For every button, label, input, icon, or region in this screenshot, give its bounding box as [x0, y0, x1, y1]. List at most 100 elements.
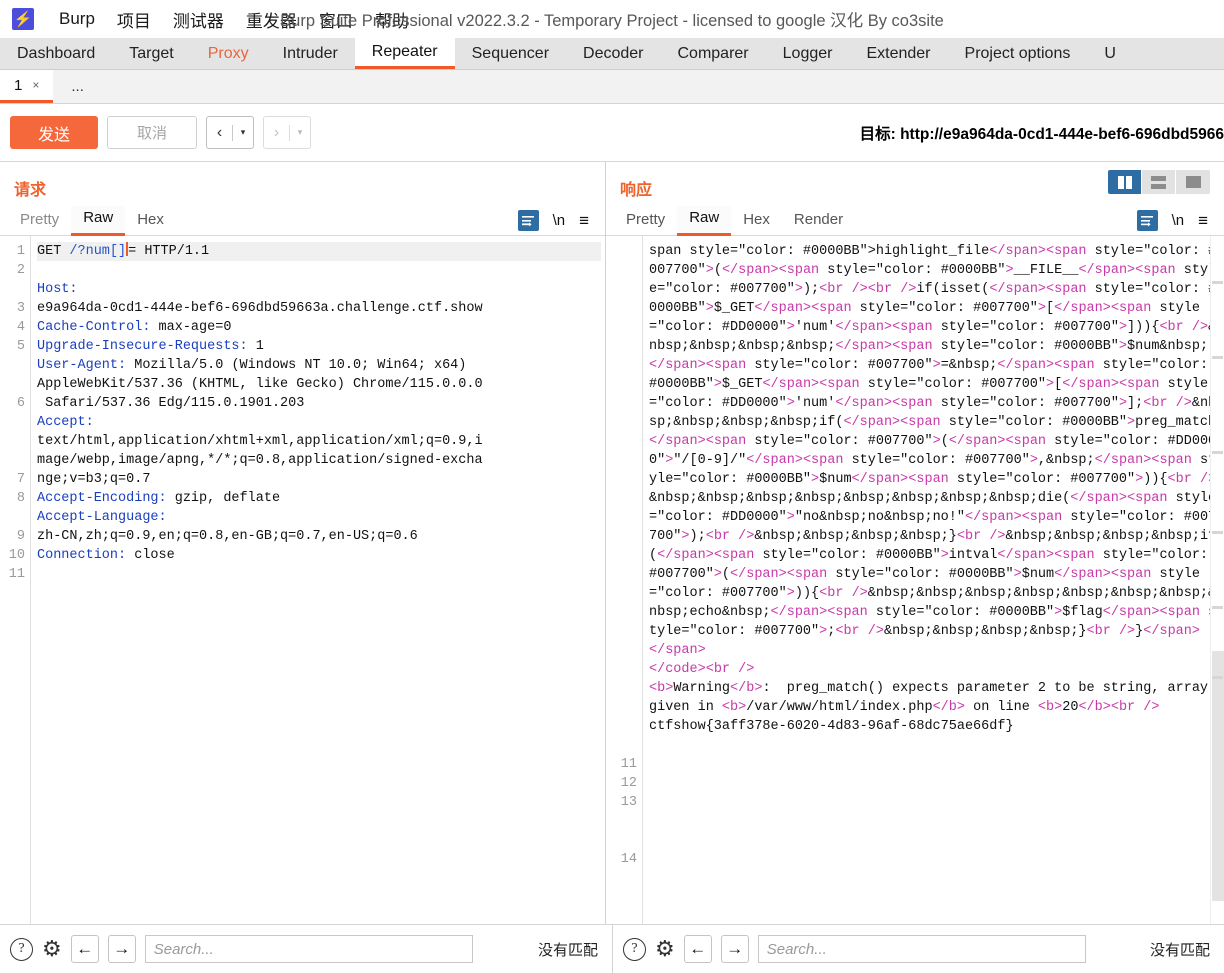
- forward-button-group[interactable]: › ▾: [263, 116, 311, 149]
- header-value: AppleWebKit/537.36 (KHTML, like Gecko) C…: [37, 377, 483, 392]
- header-name: Accept:: [37, 415, 94, 430]
- layout-toggle-group: [1108, 170, 1210, 194]
- request-editor[interactable]: 12345 6 7 8 9 10 11 GET /?num[] = HTTP/1.1 Ho…: [0, 236, 605, 924]
- tab-target[interactable]: Target: [112, 38, 190, 69]
- tab-proxy[interactable]: Proxy: [191, 38, 266, 69]
- request-path: /?num[]: [69, 244, 127, 259]
- request-method: GET: [37, 244, 70, 259]
- wrap-lines-icon[interactable]: [1136, 210, 1158, 231]
- menu-bar: ⚡ Burp 项目 测试器 重发器 窗口 帮助 Burp Suite Profe…: [0, 0, 1224, 38]
- tab-comparer[interactable]: Comparer: [661, 38, 766, 69]
- header-value: max-age=0: [150, 320, 232, 335]
- request-status-bar: ? ⚙ ← → 没有匹配: [0, 925, 612, 973]
- help-icon[interactable]: ?: [10, 937, 33, 961]
- request-tab-hex[interactable]: Hex: [125, 206, 176, 236]
- header-value: nge;v=b3;q=0.7: [37, 472, 151, 487]
- menu-item-burp[interactable]: Burp: [48, 7, 106, 31]
- chevron-right-icon[interactable]: ›: [264, 124, 289, 142]
- header-value: mage/webp,image/apng,*/*;q=0.8,applicati…: [37, 453, 483, 468]
- menu-icon[interactable]: ≡: [1198, 211, 1208, 231]
- request-pane: 请求 Pretty Raw Hex \n ≡ 1 2 3 4 5 6 7 8 9…: [0, 162, 605, 924]
- header-value: 1: [247, 339, 264, 354]
- header-name: Upgrade-Insecure-Requests:: [37, 339, 248, 354]
- status-bars: ? ⚙ ← → 没有匹配 ? ⚙ ← → 没有匹配: [0, 924, 1224, 973]
- repeater-tab-add[interactable]: ...: [53, 70, 102, 103]
- response-head-icons: \n ≡: [1136, 210, 1224, 231]
- search-prev-button[interactable]: ←: [70, 935, 99, 963]
- tab-extender[interactable]: Extender: [849, 38, 947, 69]
- request-body[interactable]: GET /?num[] = HTTP/1.1 Host: e9a964da-0cd…: [30, 236, 605, 924]
- header-name: Accept-Encoding:: [37, 491, 167, 506]
- layout-side-by-side-button[interactable]: [1108, 170, 1142, 194]
- tab-repeater[interactable]: Repeater: [354, 38, 455, 69]
- request-http-version: = HTTP/1.1: [128, 244, 210, 259]
- search-prev-button[interactable]: ←: [683, 935, 712, 963]
- header-name: Accept-Language:: [37, 510, 167, 525]
- menu-item-repeater[interactable]: 重发器: [235, 5, 308, 34]
- menu-item-project[interactable]: 项目: [106, 5, 162, 34]
- request-tab-pretty[interactable]: Pretty: [8, 206, 71, 236]
- back-button-group[interactable]: ‹ ▾: [206, 116, 254, 149]
- tab-logger[interactable]: Logger: [766, 38, 850, 69]
- header-value: e9a964da-0cd1-444e-bef6-696dbd59663a.cha…: [37, 301, 483, 316]
- response-tab-hex[interactable]: Hex: [731, 206, 782, 236]
- header-name: Cache-Control:: [37, 320, 151, 335]
- response-view-tabs: Pretty Raw Hex Render \n ≡: [606, 205, 1224, 236]
- gear-icon[interactable]: ⚙: [655, 938, 675, 960]
- search-next-button[interactable]: →: [720, 935, 749, 963]
- match-count-label: 没有匹配: [537, 941, 598, 959]
- menu-item-window[interactable]: 窗口: [308, 5, 364, 34]
- search-input[interactable]: [757, 935, 1086, 963]
- tab-decoder[interactable]: Decoder: [566, 38, 660, 69]
- response-pane: 响应 Pretty Raw Hex Render \n ≡ 11 12 13 1…: [605, 162, 1224, 924]
- menu-icon[interactable]: ≡: [579, 211, 589, 231]
- rows-icon: [1151, 175, 1166, 189]
- search-input[interactable]: [144, 935, 473, 963]
- burp-logo-icon: ⚡: [12, 8, 34, 30]
- repeater-toolbar: 发送 取消 ‹ ▾ › ▾ 目标: http://e9a964da-0cd1-4…: [0, 104, 1224, 162]
- response-tab-raw[interactable]: Raw: [677, 205, 732, 236]
- header-value: close: [126, 548, 175, 563]
- tab-project-options[interactable]: Project options: [948, 38, 1088, 69]
- square-icon: [1185, 176, 1201, 188]
- header-value: zh-CN,zh;q=0.9,en;q=0.8,en-GB;q=0.7,en-U…: [37, 529, 418, 544]
- request-head-icons: \n ≡: [517, 210, 605, 231]
- send-button[interactable]: 发送: [10, 116, 98, 149]
- menu-item-help[interactable]: 帮助: [364, 5, 420, 34]
- request-title: 请求: [14, 182, 47, 199]
- help-icon[interactable]: ?: [623, 937, 646, 961]
- repeater-tab-1[interactable]: 1 ×: [0, 70, 54, 103]
- response-tab-render[interactable]: Render: [782, 206, 855, 236]
- response-tab-pretty[interactable]: Pretty: [614, 206, 677, 236]
- request-line-numbers: 12345 6 7 8 9 10 11: [0, 236, 30, 924]
- cancel-button[interactable]: 取消: [107, 116, 197, 149]
- layout-single-button[interactable]: [1176, 170, 1210, 194]
- newline-icon[interactable]: \n: [553, 212, 566, 229]
- gear-icon[interactable]: ⚙: [42, 938, 62, 960]
- header-value: gzip, deflate: [166, 491, 281, 506]
- response-line-numbers: 11 12 13 14: [606, 236, 642, 924]
- tab-dashboard[interactable]: Dashboard: [0, 38, 112, 69]
- response-status-bar: ? ⚙ ← → 没有匹配: [612, 925, 1224, 973]
- chevron-down-icon[interactable]: ▾: [233, 127, 253, 138]
- header-name: Host:: [37, 282, 78, 297]
- main-tab-strip: Dashboard Target Proxy Intruder Repeater…: [0, 38, 1224, 70]
- newline-icon[interactable]: \n: [1172, 212, 1185, 229]
- request-response-panes: 请求 Pretty Raw Hex \n ≡ 1 2 3 4 5 6 7 8 9…: [0, 162, 1224, 924]
- target-url-label: 目标: http://e9a964da-0cd1-444e-bef6-696db…: [859, 125, 1224, 143]
- request-tab-raw[interactable]: Raw: [71, 205, 126, 236]
- chevron-left-icon[interactable]: ‹: [207, 124, 232, 142]
- menu-item-intruder[interactable]: 测试器: [162, 5, 235, 34]
- tab-user-options[interactable]: U: [1087, 38, 1133, 69]
- layout-stacked-button[interactable]: [1142, 170, 1176, 194]
- header-name: User-Agent:: [37, 358, 127, 373]
- repeater-tab-bar: 1 × ...: [0, 70, 1224, 104]
- chevron-down-icon[interactable]: ▾: [290, 127, 310, 138]
- tab-sequencer[interactable]: Sequencer: [455, 38, 566, 69]
- search-next-button[interactable]: →: [107, 935, 136, 963]
- response-body[interactable]: span style="color: #0000BB">highlight_fi…: [642, 236, 1224, 924]
- response-editor[interactable]: 11 12 13 14 span style="color: #0000BB">hig…: [606, 236, 1224, 924]
- tab-intruder[interactable]: Intruder: [266, 38, 355, 69]
- close-icon[interactable]: ×: [32, 78, 39, 92]
- wrap-lines-icon[interactable]: [517, 210, 539, 231]
